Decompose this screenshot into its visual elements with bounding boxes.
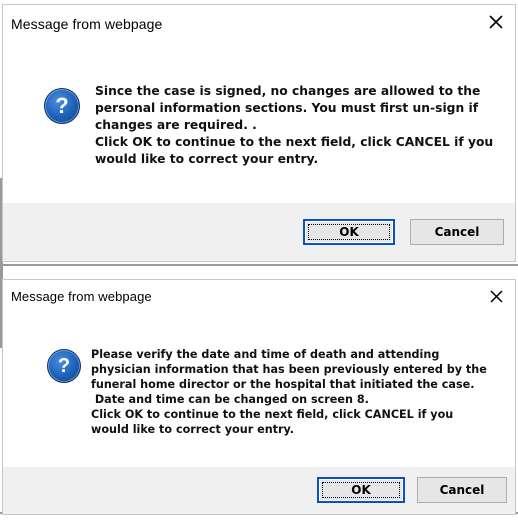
close-icon[interactable] <box>485 285 507 307</box>
message-line: personal information sections. You must … <box>95 101 479 115</box>
dialog-titlebar: Message from webpage <box>3 280 515 316</box>
close-icon[interactable] <box>485 11 507 33</box>
message-line: physician information that has been prev… <box>91 363 487 376</box>
dialog-titlebar: Message from webpage <box>3 5 515 41</box>
message-line: funeral home director or the hospital th… <box>91 378 475 391</box>
question-icon: ? <box>47 349 81 383</box>
question-icon: ? <box>44 88 80 124</box>
message-line: would like to correct your entry. <box>95 152 319 166</box>
question-glyph: ? <box>55 93 69 118</box>
message-line: Date and time can be changed on screen 8… <box>91 393 369 406</box>
question-glyph: ? <box>57 354 71 377</box>
cancel-button[interactable]: Cancel <box>417 477 507 503</box>
ok-button-label: OK <box>351 483 371 497</box>
dialog-message: Please verify the date and time of death… <box>91 347 487 437</box>
background-window-line <box>0 264 518 266</box>
message-line: would like to correct your entry. <box>91 423 295 436</box>
message-line: changes are required. . <box>95 118 257 132</box>
dialog-title: Message from webpage <box>11 16 163 32</box>
message-line: Click OK to continue to the next field, … <box>91 408 454 421</box>
cancel-button[interactable]: Cancel <box>410 219 504 245</box>
dialog-title: Message from webpage <box>11 289 152 304</box>
cancel-button-label: Cancel <box>439 483 485 497</box>
dialog-footer: OK Cancel <box>3 467 515 514</box>
ok-button-label: OK <box>339 225 359 239</box>
cancel-button-label: Cancel <box>434 225 480 239</box>
dialog-message: Since the case is signed, no changes are… <box>95 83 493 168</box>
message-line: Click OK to continue to the next field, … <box>95 135 494 149</box>
dialog-footer: OK Cancel <box>3 203 515 261</box>
message-line: Please verify the date and time of death… <box>91 348 440 361</box>
ok-button[interactable]: OK <box>303 219 395 245</box>
ok-button[interactable]: OK <box>317 477 405 503</box>
message-line: Since the case is signed, no changes are… <box>95 84 481 98</box>
message-dialog-2: Message from webpage ? Please verify the… <box>2 279 516 515</box>
message-dialog-1: Message from webpage ? Since the case is… <box>2 4 516 262</box>
